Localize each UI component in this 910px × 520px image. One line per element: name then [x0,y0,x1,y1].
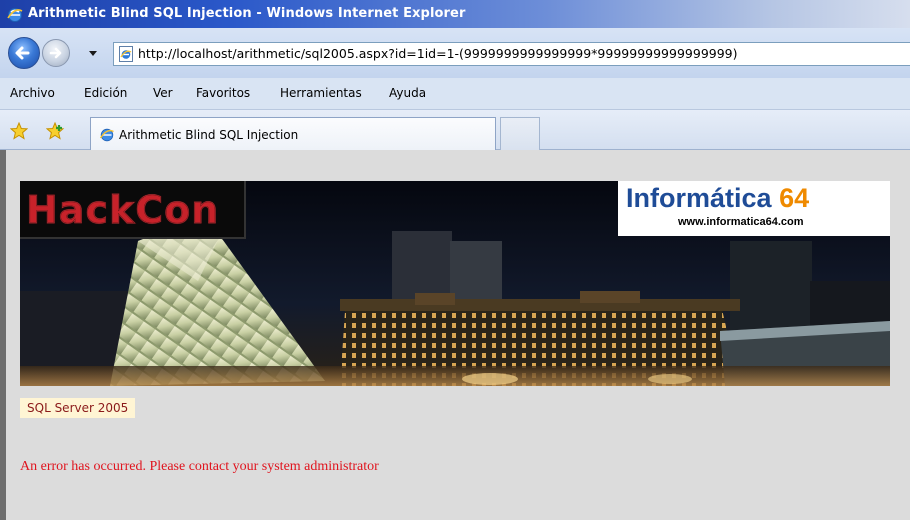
menu-ayuda[interactable]: Ayuda [389,86,426,100]
title-bar: Arithmetic Blind SQL Injection - Windows… [0,0,910,28]
informatica-url: www.informatica64.com [678,216,804,228]
back-arrow-icon [15,46,30,60]
ie-page-icon [118,46,134,62]
informatica-logo-text: Informática 64 [626,183,810,213]
menu-edicion[interactable]: Edición [84,86,127,100]
forward-button[interactable] [42,39,70,67]
favorites-bar: Arithmetic Blind SQL Injection [0,110,910,150]
address-field[interactable]: http://localhost/arithmetic/sql2005.aspx… [113,42,910,66]
hackcon-banner: HackCon HackCon Informática 64 www.infor… [20,181,890,386]
url-text[interactable]: http://localhost/arithmetic/sql2005.aspx… [138,46,738,61]
hackcon-logo: HackCon HackCon [20,181,246,239]
menu-herramientas[interactable]: Herramientas [280,86,362,100]
menu-ver[interactable]: Ver [153,86,173,100]
back-button[interactable] [8,37,40,69]
svg-text:HackCon: HackCon [26,188,219,232]
add-favorites-icon[interactable] [46,122,66,140]
server-version-badge: SQL Server 2005 [20,398,136,418]
informatica64-logo: Informática 64 www.informatica64.com [618,181,890,236]
favorites-star-icon[interactable] [10,122,28,140]
forward-arrow-icon [49,47,62,59]
ie-icon [99,127,115,143]
tab-arithmetic-blind-sql-injection[interactable]: Arithmetic Blind SQL Injection [90,117,496,150]
chevron-down-icon[interactable] [88,50,98,58]
menu-favoritos[interactable]: Favoritos [196,86,250,100]
tab-label: Arithmetic Blind SQL Injection [119,128,299,142]
new-tab-button[interactable] [500,117,540,150]
window-title: Arithmetic Blind SQL Injection - Windows… [28,6,466,21]
navigation-bar: http://localhost/arithmetic/sql2005.aspx… [0,28,910,78]
menu-bar: Archivo Edición Ver Favoritos Herramient… [0,78,910,110]
error-message: An error has occurred. Please contact yo… [20,459,379,474]
menu-archivo[interactable]: Archivo [10,86,55,100]
ie-icon [6,6,24,24]
